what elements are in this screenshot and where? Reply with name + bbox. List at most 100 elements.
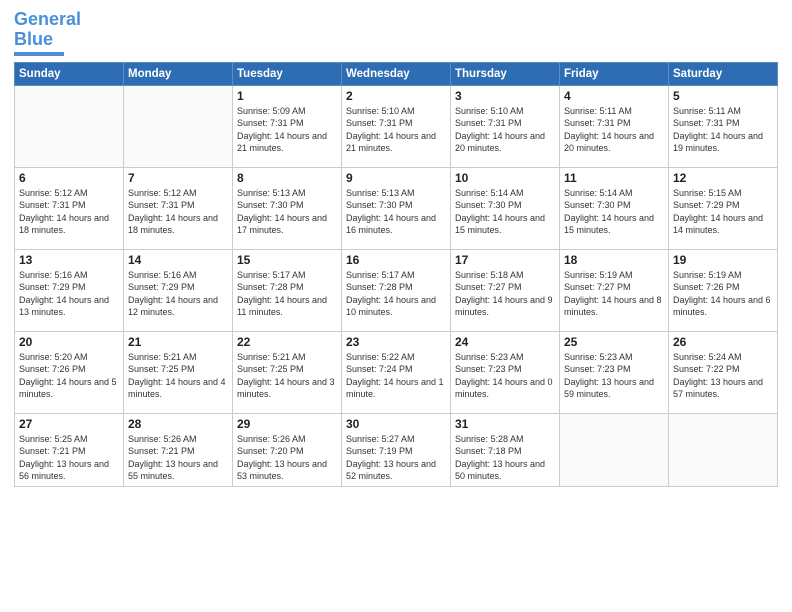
day-number: 4 — [564, 89, 664, 103]
calendar-cell: 4 Sunrise: 5:11 AM Sunset: 7:31 PM Daylig… — [560, 85, 669, 167]
day-number: 21 — [128, 335, 228, 349]
cell-info: Sunrise: 5:21 AM Sunset: 7:25 PM Dayligh… — [237, 351, 337, 401]
cell-info: Sunrise: 5:12 AM Sunset: 7:31 PM Dayligh… — [128, 187, 228, 237]
day-number: 10 — [455, 171, 555, 185]
cell-info: Sunrise: 5:16 AM Sunset: 7:29 PM Dayligh… — [128, 269, 228, 319]
calendar-cell: 29 Sunrise: 5:26 AM Sunset: 7:20 PM Dayli… — [233, 413, 342, 486]
cell-info: Sunrise: 5:17 AM Sunset: 7:28 PM Dayligh… — [237, 269, 337, 319]
calendar-cell: 30Sunrise: 5:27 AM Sunset: 7:19 PM Dayli… — [342, 413, 451, 486]
cell-info: Sunrise: 5:26 AM Sunset: 7:20 PM Dayligh… — [237, 433, 337, 483]
day-number: 3 — [455, 89, 555, 103]
calendar-cell: 21 Sunrise: 5:21 AM Sunset: 7:25 PM Dayli… — [124, 331, 233, 413]
day-number: 17 — [455, 253, 555, 267]
cell-info: Sunrise: 5:17 AM Sunset: 7:28 PM Dayligh… — [346, 269, 446, 319]
calendar-week-4: 20 Sunrise: 5:20 AM Sunset: 7:26 PM Dayli… — [15, 331, 778, 413]
logo: General Blue — [14, 10, 81, 56]
day-header-tuesday: Tuesday — [233, 62, 342, 85]
cell-info: Sunrise: 5:12 AM Sunset: 7:31 PM Dayligh… — [19, 187, 119, 237]
cell-info: Sunrise: 5:26 AM Sunset: 7:21 PM Dayligh… — [128, 433, 228, 483]
cell-info: Sunrise: 5:13 AM Sunset: 7:30 PM Dayligh… — [346, 187, 446, 237]
logo-blue: Blue — [14, 29, 53, 49]
cell-info: Sunrise: 5:09 AM Sunset: 7:31 PM Dayligh… — [237, 105, 337, 155]
day-number: 5 — [673, 89, 773, 103]
day-number: 16 — [346, 253, 446, 267]
day-number: 29 — [237, 417, 337, 431]
day-number: 7 — [128, 171, 228, 185]
day-number: 1 — [237, 89, 337, 103]
day-number: 27 — [19, 417, 119, 431]
day-number: 6 — [19, 171, 119, 185]
calendar-cell: 31 Sunrise: 5:28 AM Sunset: 7:18 PM Dayli… — [451, 413, 560, 486]
calendar-cell: 25Sunrise: 5:23 AM Sunset: 7:23 PM Dayli… — [560, 331, 669, 413]
cell-info: Sunrise: 5:24 AM Sunset: 7:22 PM Dayligh… — [673, 351, 773, 401]
calendar-cell: 19Sunrise: 5:19 AM Sunset: 7:26 PM Dayli… — [669, 249, 778, 331]
header: General Blue — [14, 10, 778, 56]
cell-info: Sunrise: 5:19 AM Sunset: 7:26 PM Dayligh… — [673, 269, 773, 319]
calendar-week-1: 1 Sunrise: 5:09 AM Sunset: 7:31 PM Daylig… — [15, 85, 778, 167]
calendar-cell: 15 Sunrise: 5:17 AM Sunset: 7:28 PM Dayli… — [233, 249, 342, 331]
page: General Blue SundayMondayTuesdayWednesda… — [0, 0, 792, 612]
day-number: 2 — [346, 89, 446, 103]
cell-info: Sunrise: 5:14 AM Sunset: 7:30 PM Dayligh… — [455, 187, 555, 237]
calendar-cell — [15, 85, 124, 167]
calendar-cell: 16 Sunrise: 5:17 AM Sunset: 7:28 PM Dayli… — [342, 249, 451, 331]
day-number: 31 — [455, 417, 555, 431]
calendar-cell: 8Sunrise: 5:13 AM Sunset: 7:30 PM Daylig… — [233, 167, 342, 249]
cell-info: Sunrise: 5:25 AM Sunset: 7:21 PM Dayligh… — [19, 433, 119, 483]
cell-info: Sunrise: 5:11 AM Sunset: 7:31 PM Dayligh… — [564, 105, 664, 155]
day-number: 9 — [346, 171, 446, 185]
day-header-saturday: Saturday — [669, 62, 778, 85]
day-number: 26 — [673, 335, 773, 349]
day-header-friday: Friday — [560, 62, 669, 85]
cell-info: Sunrise: 5:28 AM Sunset: 7:18 PM Dayligh… — [455, 433, 555, 483]
calendar-cell: 26 Sunrise: 5:24 AM Sunset: 7:22 PM Dayli… — [669, 331, 778, 413]
cell-info: Sunrise: 5:18 AM Sunset: 7:27 PM Dayligh… — [455, 269, 555, 319]
calendar-cell — [124, 85, 233, 167]
cell-info: Sunrise: 5:20 AM Sunset: 7:26 PM Dayligh… — [19, 351, 119, 401]
logo-bar — [14, 52, 64, 56]
cell-info: Sunrise: 5:21 AM Sunset: 7:25 PM Dayligh… — [128, 351, 228, 401]
cell-info: Sunrise: 5:13 AM Sunset: 7:30 PM Dayligh… — [237, 187, 337, 237]
day-number: 12 — [673, 171, 773, 185]
day-header-thursday: Thursday — [451, 62, 560, 85]
calendar-cell: 27 Sunrise: 5:25 AM Sunset: 7:21 PM Dayli… — [15, 413, 124, 486]
cell-info: Sunrise: 5:23 AM Sunset: 7:23 PM Dayligh… — [455, 351, 555, 401]
calendar-cell: 23Sunrise: 5:22 AM Sunset: 7:24 PM Dayli… — [342, 331, 451, 413]
day-header-sunday: Sunday — [15, 62, 124, 85]
calendar-week-3: 13 Sunrise: 5:16 AM Sunset: 7:29 PM Dayli… — [15, 249, 778, 331]
cell-info: Sunrise: 5:22 AM Sunset: 7:24 PM Dayligh… — [346, 351, 446, 401]
calendar-cell: 9 Sunrise: 5:13 AM Sunset: 7:30 PM Daylig… — [342, 167, 451, 249]
day-number: 18 — [564, 253, 664, 267]
day-number: 13 — [19, 253, 119, 267]
calendar-cell: 5Sunrise: 5:11 AM Sunset: 7:31 PM Daylig… — [669, 85, 778, 167]
calendar-cell: 7 Sunrise: 5:12 AM Sunset: 7:31 PM Daylig… — [124, 167, 233, 249]
day-number: 14 — [128, 253, 228, 267]
cell-info: Sunrise: 5:14 AM Sunset: 7:30 PM Dayligh… — [564, 187, 664, 237]
day-number: 20 — [19, 335, 119, 349]
calendar-cell: 22 Sunrise: 5:21 AM Sunset: 7:25 PM Dayli… — [233, 331, 342, 413]
calendar-cell: 28Sunrise: 5:26 AM Sunset: 7:21 PM Dayli… — [124, 413, 233, 486]
day-header-wednesday: Wednesday — [342, 62, 451, 85]
calendar-cell: 3 Sunrise: 5:10 AM Sunset: 7:31 PM Daylig… — [451, 85, 560, 167]
calendar-week-5: 27 Sunrise: 5:25 AM Sunset: 7:21 PM Dayli… — [15, 413, 778, 486]
day-number: 24 — [455, 335, 555, 349]
cell-info: Sunrise: 5:10 AM Sunset: 7:31 PM Dayligh… — [455, 105, 555, 155]
logo-general: General — [14, 9, 81, 29]
day-header-monday: Monday — [124, 62, 233, 85]
calendar-cell: 17 Sunrise: 5:18 AM Sunset: 7:27 PM Dayli… — [451, 249, 560, 331]
cell-info: Sunrise: 5:19 AM Sunset: 7:27 PM Dayligh… — [564, 269, 664, 319]
calendar-table: SundayMondayTuesdayWednesdayThursdayFrid… — [14, 62, 778, 487]
calendar-cell: 13Sunrise: 5:16 AM Sunset: 7:29 PM Dayli… — [15, 249, 124, 331]
calendar-cell: 24 Sunrise: 5:23 AM Sunset: 7:23 PM Dayli… — [451, 331, 560, 413]
calendar-cell: 11 Sunrise: 5:14 AM Sunset: 7:30 PM Dayli… — [560, 167, 669, 249]
cell-info: Sunrise: 5:27 AM Sunset: 7:19 PM Dayligh… — [346, 433, 446, 483]
calendar-cell: 2Sunrise: 5:10 AM Sunset: 7:31 PM Daylig… — [342, 85, 451, 167]
logo-text: General Blue — [14, 10, 81, 50]
day-number: 15 — [237, 253, 337, 267]
day-number: 22 — [237, 335, 337, 349]
calendar-cell: 6 Sunrise: 5:12 AM Sunset: 7:31 PM Daylig… — [15, 167, 124, 249]
day-number: 11 — [564, 171, 664, 185]
calendar-week-2: 6 Sunrise: 5:12 AM Sunset: 7:31 PM Daylig… — [15, 167, 778, 249]
cell-info: Sunrise: 5:23 AM Sunset: 7:23 PM Dayligh… — [564, 351, 664, 401]
calendar-cell: 20 Sunrise: 5:20 AM Sunset: 7:26 PM Dayli… — [15, 331, 124, 413]
